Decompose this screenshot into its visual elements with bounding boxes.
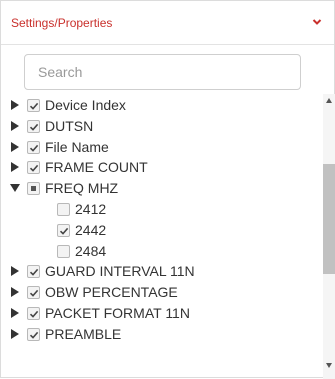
caret-right-icon[interactable] [10, 328, 20, 339]
tree-item[interactable]: FRAME COUNT [1, 157, 323, 177]
caret-right-icon[interactable] [10, 266, 20, 277]
check-icon [59, 227, 69, 235]
caret-right-icon[interactable] [10, 162, 20, 173]
item-checkbox[interactable] [27, 265, 40, 279]
item-checkbox[interactable] [27, 140, 40, 154]
child-checkbox[interactable] [57, 244, 70, 258]
tree-child-item[interactable]: 2412 [1, 199, 323, 219]
tree-item[interactable]: DUTSN [1, 116, 323, 136]
caret-right-icon[interactable] [10, 120, 20, 131]
caret-right-icon[interactable] [10, 141, 20, 152]
item-checkbox[interactable] [27, 161, 40, 175]
tree-item-label: 2484 [75, 242, 107, 259]
item-checkbox[interactable] [27, 286, 40, 300]
check-icon [29, 269, 39, 277]
tree-item-label: OBW PERCENTAGE [45, 284, 178, 301]
check-icon [29, 144, 39, 152]
tree-item-label: PREAMBLE [45, 325, 122, 342]
indeterminate-mark-icon [31, 186, 36, 192]
scroll-up-arrow-icon[interactable] [326, 98, 332, 103]
tree-child-item[interactable]: 2442 [1, 220, 323, 240]
panel-title: Settings/Properties [11, 16, 113, 30]
tree-item[interactable]: GUARD INTERVAL 11N [1, 261, 323, 281]
caret-down-icon[interactable] [10, 183, 20, 193]
child-checkbox[interactable] [57, 203, 70, 216]
tree-item-label: Device Index [45, 97, 126, 113]
item-checkbox[interactable] [27, 327, 40, 341]
tree-item-label: 2412 [75, 201, 107, 217]
tree-item-label: PACKET FORMAT 11N [45, 305, 190, 321]
scrollbar-thumb[interactable] [323, 164, 335, 274]
tree-item-label: DUTSN [45, 117, 94, 134]
tree-item-label: FRAME COUNT [45, 159, 148, 176]
caret-right-icon[interactable] [10, 308, 20, 318]
check-icon [29, 310, 39, 318]
caret-right-icon[interactable] [10, 100, 20, 110]
panel-header[interactable]: Settings/Properties [1, 1, 334, 45]
check-icon [29, 165, 39, 173]
settings-properties-panel: Settings/Properties Device Index DUTSN Fil… [0, 0, 335, 379]
tree-item[interactable]: FREQ MHZ [1, 178, 323, 198]
check-icon [29, 290, 39, 297]
tree-child-item[interactable]: 2484 [1, 241, 323, 261]
tree-item[interactable]: PREAMBLE [1, 324, 323, 344]
scroll-down-arrow-icon[interactable] [326, 363, 332, 368]
vertical-scrollbar[interactable] [323, 94, 335, 379]
tree-item[interactable]: Device Index [1, 95, 323, 115]
tree-item[interactable]: PACKET FORMAT 11N [1, 303, 323, 323]
chevron-down-icon[interactable] [312, 17, 322, 27]
item-checkbox[interactable] [27, 307, 40, 320]
check-icon [29, 331, 39, 339]
property-tree: Device Index DUTSN File Name FRAME COUNT FRE… [1, 94, 323, 379]
caret-right-icon[interactable] [10, 287, 20, 298]
check-icon [29, 102, 39, 110]
check-icon [29, 123, 39, 131]
tree-item-label: File Name [45, 138, 109, 155]
item-checkbox[interactable] [27, 119, 40, 133]
item-checkbox[interactable] [27, 182, 40, 196]
tree-item-label: 2442 [75, 221, 107, 238]
item-checkbox[interactable] [27, 99, 40, 112]
tree-item[interactable]: OBW PERCENTAGE [1, 282, 323, 302]
tree-item-label: GUARD INTERVAL 11N [45, 263, 195, 280]
search-input[interactable] [24, 54, 301, 90]
tree-item-label: FREQ MHZ [45, 180, 119, 197]
child-checkbox[interactable] [57, 223, 70, 237]
tree-item[interactable]: File Name [1, 137, 323, 157]
